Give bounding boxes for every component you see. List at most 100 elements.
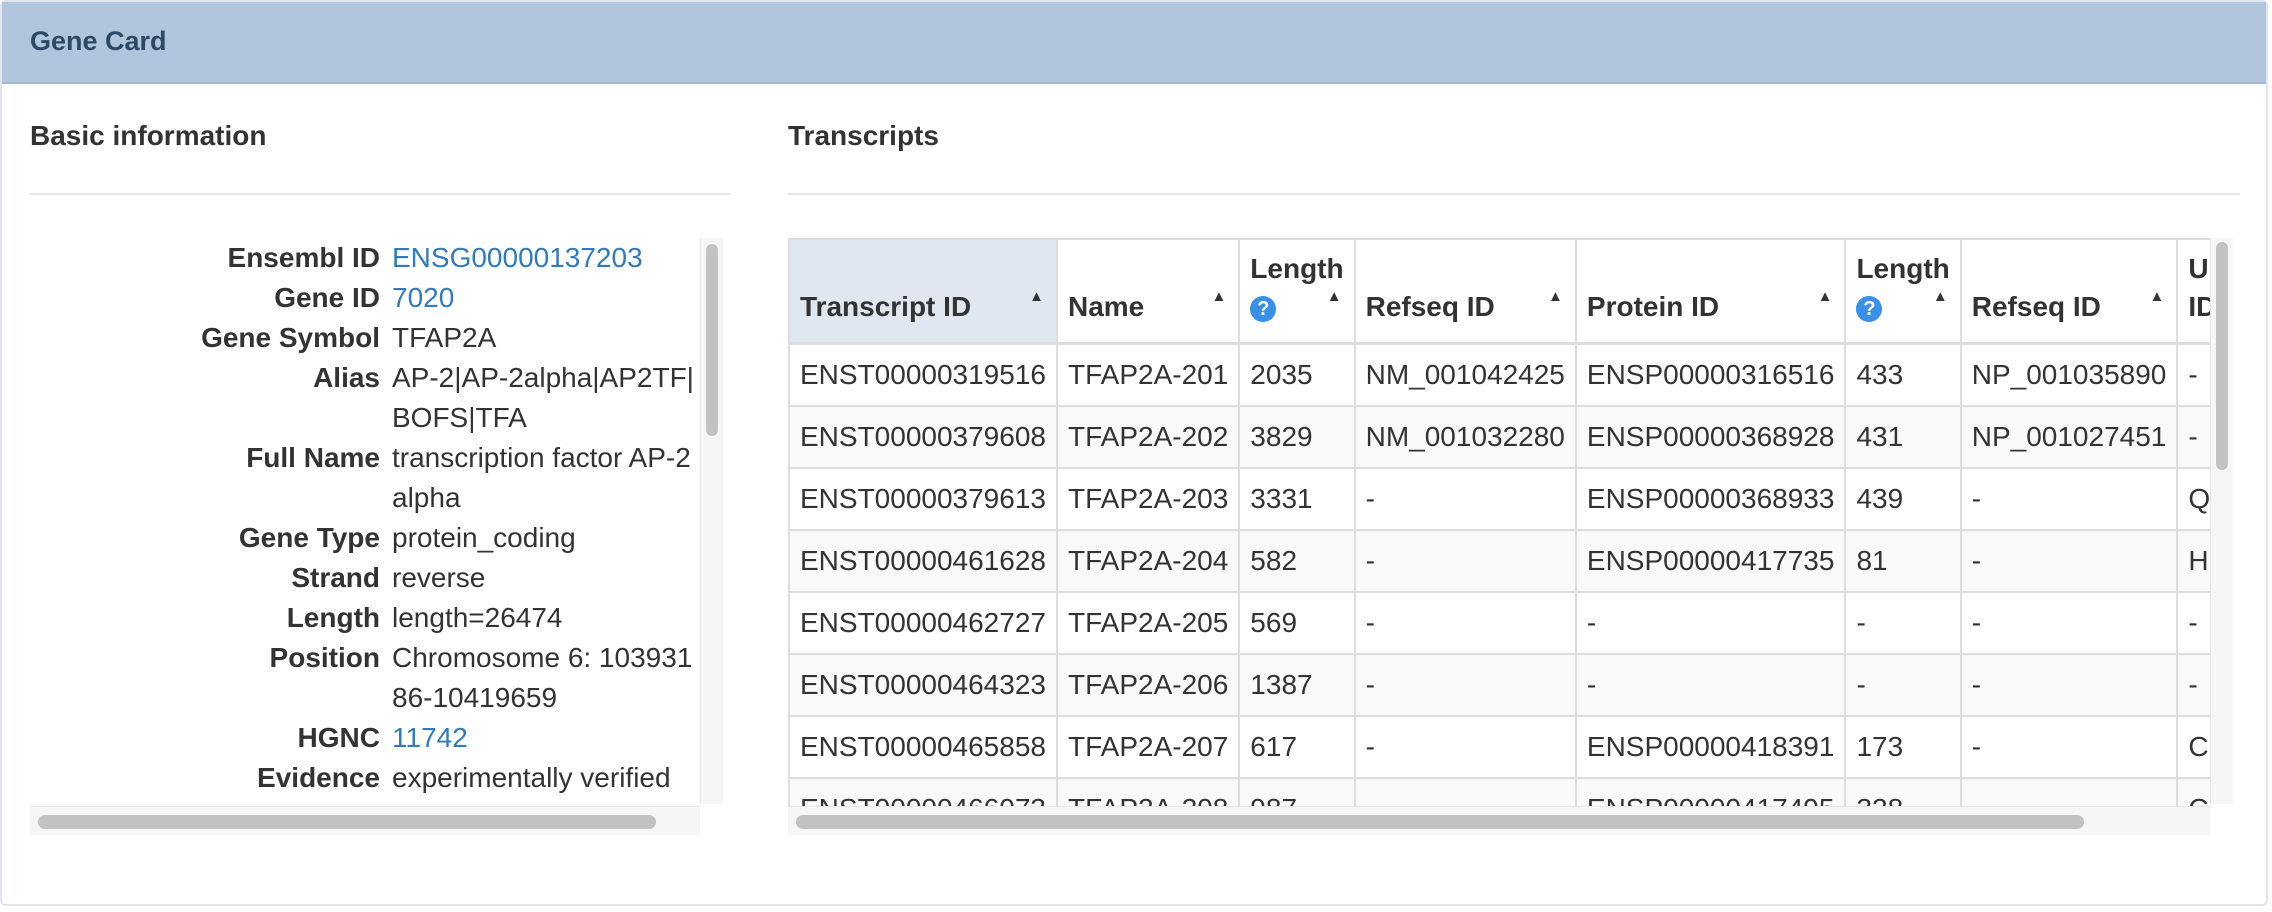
sort-asc-icon: ▲: [1211, 288, 1227, 305]
table-cell: C: [2177, 778, 2212, 808]
table-cell: TFAP2A-206: [1056, 654, 1241, 717]
column-header-uniprot-id[interactable]: Uniprot ID: [2177, 240, 2212, 345]
info-value: transcription factor AP-2 alpha: [392, 442, 691, 513]
info-key: Length: [286, 602, 380, 633]
transcripts-title: Transcripts: [788, 120, 939, 151]
table-cell: -: [2177, 343, 2212, 407]
info-value-link[interactable]: 11742: [392, 718, 698, 758]
question-circle-icon[interactable]: ?: [1856, 295, 1883, 322]
column-header-protein-id[interactable]: Protein ID ▲: [1575, 240, 1847, 345]
table-cell: ENSP00000368933: [1575, 468, 1847, 531]
column-header-length[interactable]: Length? ▲: [1239, 240, 1356, 345]
table-row[interactable]: ENST00000466073TFAP2A-208987-ENSP0000041…: [790, 778, 2212, 808]
table-cell: -: [1960, 592, 2179, 655]
table-cell: ENST00000464323: [790, 654, 1058, 717]
table-row[interactable]: ENST00000462727 TFAP2A-205 569- - - - -: [790, 592, 2212, 655]
table-row[interactable]: ENST00000319516 TFAP2A-201 2035 NM_00104242…: [790, 343, 2212, 407]
table-cell: TFAP2A-201: [1056, 343, 1241, 407]
info-value: AP-2|AP-2alpha|AP2TF|BOFS|TFA: [392, 362, 694, 433]
table-cell: 439: [1845, 468, 1962, 531]
table-row[interactable]: ENST00000461628 TFAP2A-204 582- ENSP0000041…: [790, 530, 2212, 593]
divider: [788, 193, 2240, 195]
table-cell: -: [2177, 406, 2212, 469]
table-cell: ENST00000379613: [790, 468, 1058, 531]
table-cell: -: [1354, 716, 1577, 779]
scrollbar-thumb[interactable]: [38, 815, 656, 829]
table-cell: NM_001032280: [1354, 406, 1577, 469]
column-header-transcript-id[interactable]: Transcript ID ▲: [790, 240, 1058, 345]
question-circle-icon[interactable]: ?: [1250, 295, 1277, 322]
column-header-refseq-id[interactable]: Refseq ID ▲: [1354, 240, 1577, 345]
info-value-link[interactable]: ENSG00000137203: [392, 238, 698, 278]
table-cell: -: [1354, 654, 1577, 717]
sort-asc-icon: ▲: [1029, 288, 1044, 305]
sort-asc-icon: ▲: [1817, 288, 1833, 305]
table-cell: TFAP2A-202: [1056, 406, 1241, 469]
table-cell: ENSP00000316516: [1575, 343, 1847, 407]
table-cell: TFAP2A-205: [1056, 592, 1241, 655]
scrollbar-thumb[interactable]: [706, 244, 718, 436]
table-cell: 433: [1845, 343, 1962, 407]
info-key: Strand: [291, 562, 380, 593]
transcripts-table-scroll-area[interactable]: Transcript ID ▲ Name ▲ Length? ▲ Refseq ID ▲…: [788, 238, 2212, 808]
column-header-protein-refseq-id[interactable]: Refseq ID ▲: [1960, 240, 2179, 345]
column-header-protein-length[interactable]: Length? ▲: [1845, 240, 1962, 345]
basic-info-vertical-scrollbar[interactable]: [700, 238, 723, 804]
gene-card-panel: Gene Card Basic information Ensembl ID EN…: [0, 0, 2268, 906]
table-cell: 81: [1845, 530, 1962, 593]
sort-asc-icon: ▲: [2149, 288, 2165, 305]
sort-asc-icon: ▲: [1932, 288, 1948, 305]
info-key: Gene ID: [274, 282, 380, 313]
table-cell: 987: [1239, 778, 1356, 808]
divider: [30, 193, 730, 195]
table-cell: -: [1354, 530, 1577, 593]
table-cell: NP_001027451: [1960, 406, 2179, 469]
table-cell: ENSP00000417735: [1575, 530, 1847, 593]
table-header-row: Transcript ID ▲ Name ▲ Length? ▲ Refseq ID ▲…: [790, 240, 2212, 345]
table-row[interactable]: ENST00000464323 TFAP2A-206 1387- - - - -: [790, 654, 2212, 717]
table-cell: -: [1354, 592, 1577, 655]
table-cell: NP_001035890: [1960, 343, 2179, 407]
table-cell: C: [2177, 716, 2212, 779]
info-value: length=26474: [392, 602, 563, 633]
table-cell: 582: [1239, 530, 1356, 593]
table-cell: -: [1575, 654, 1847, 717]
info-value: experimentally verified: [392, 762, 671, 793]
info-value: reverse: [392, 562, 486, 593]
scrollbar-thumb[interactable]: [796, 815, 2084, 829]
table-row[interactable]: ENST00000379608 TFAP2A-202 3829 NM_00103228…: [790, 406, 2212, 469]
scrollbar-thumb[interactable]: [2216, 242, 2228, 470]
table-cell: ENSP00000368928: [1575, 406, 1847, 469]
info-key: Alias: [313, 362, 380, 393]
transcripts-vertical-scrollbar[interactable]: [2210, 238, 2233, 804]
info-key: Gene Symbol: [201, 322, 380, 353]
table-cell: TFAP2A-203: [1056, 468, 1241, 531]
table-cell: ENST00000319516: [790, 343, 1058, 407]
sort-asc-icon: ▲: [1326, 288, 1342, 305]
basic-info-horizontal-scrollbar[interactable]: [30, 806, 700, 835]
info-value: Chromosome 6: 10393186-10419659: [392, 642, 693, 713]
table-cell: -: [1845, 592, 1962, 655]
basic-info-scroll-area[interactable]: Ensembl ID ENSG00000137203 Gene ID 7020 Gene…: [30, 238, 698, 806]
table-cell: -: [1960, 716, 2179, 779]
table-cell: ENST00000465858: [790, 716, 1058, 779]
transcripts-table-body: ENST00000319516 TFAP2A-201 2035 NM_00104242…: [790, 343, 2212, 808]
info-value: TFAP2A: [392, 322, 497, 353]
table-cell: 3331: [1239, 468, 1356, 531]
table-cell: H: [2177, 530, 2212, 593]
info-value-link[interactable]: 7020: [392, 278, 698, 318]
table-cell: TFAP2A-207: [1056, 716, 1241, 779]
transcripts-table: Transcript ID ▲ Name ▲ Length? ▲ Refseq ID ▲…: [790, 240, 2212, 808]
table-cell: -: [1960, 778, 2179, 808]
table-cell: -: [2177, 654, 2212, 717]
table-row[interactable]: ENST00000465858 TFAP2A-207 617- ENSP0000041…: [790, 716, 2212, 779]
table-cell: 1387: [1239, 654, 1356, 717]
table-cell: 431: [1845, 406, 1962, 469]
info-value: protein_coding: [392, 522, 576, 553]
table-cell: ENST00000462727: [790, 592, 1058, 655]
table-cell: -: [1354, 778, 1577, 808]
sort-asc-icon: ▲: [1548, 288, 1563, 305]
table-row[interactable]: ENST00000379613 TFAP2A-203 3331- ENSP000003…: [790, 468, 2212, 531]
column-header-name[interactable]: Name ▲: [1056, 240, 1241, 345]
transcripts-horizontal-scrollbar[interactable]: [788, 806, 2210, 835]
